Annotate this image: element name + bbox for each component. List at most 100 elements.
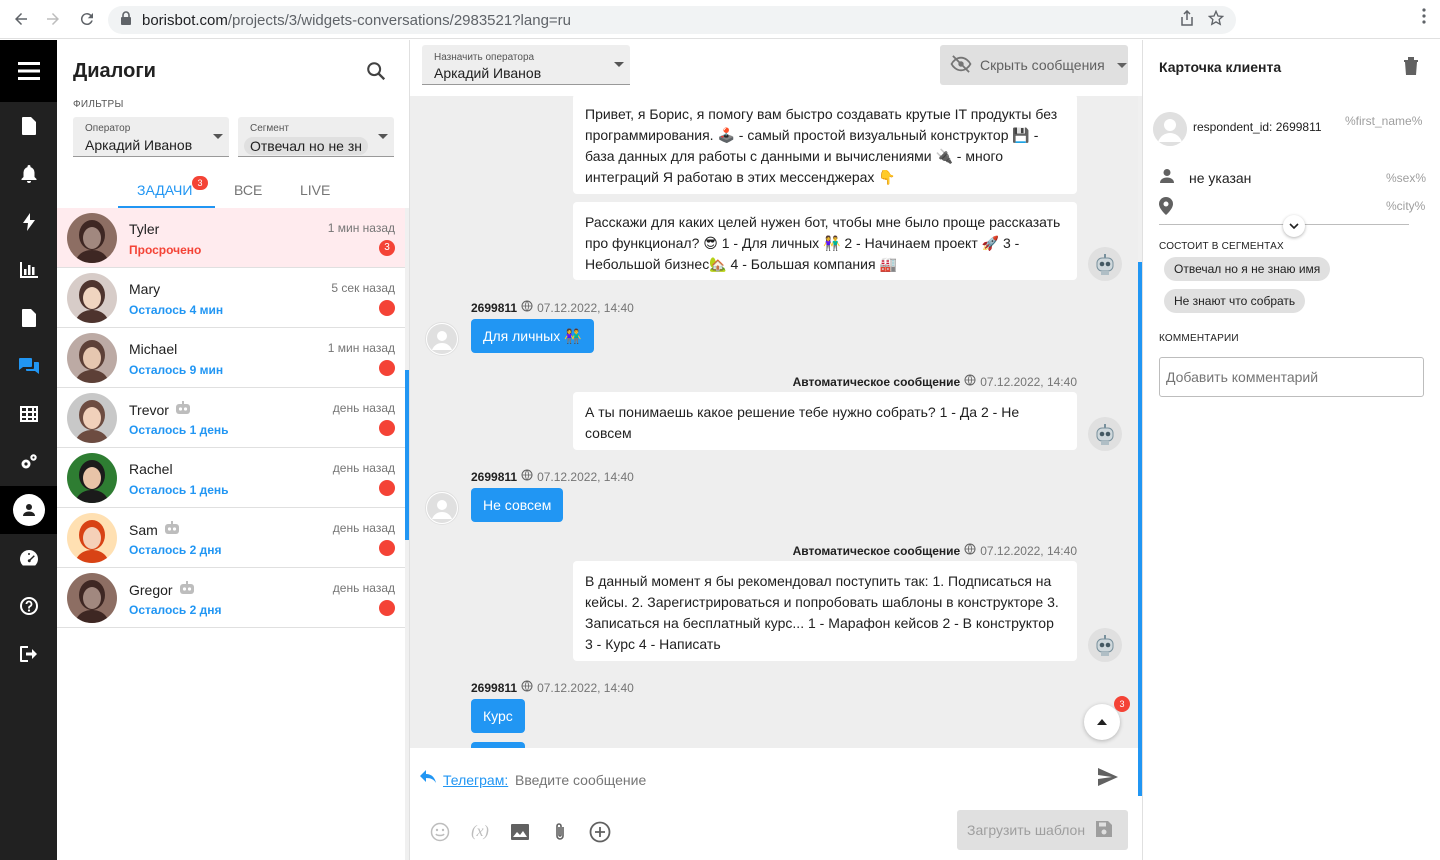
user-icon[interactable] (0, 486, 57, 534)
last-activity-time: день назад (332, 401, 395, 415)
bot-message-meta: Автоматическое сообщение 07.12.2022, 14:… (793, 543, 1077, 558)
contact-name: Tyler (129, 221, 160, 237)
comments-label: КОММЕНТАРИИ (1159, 333, 1239, 344)
variable-icon[interactable]: (x) (468, 820, 492, 844)
menu-icon[interactable] (0, 40, 57, 102)
dashboard-icon[interactable] (0, 534, 57, 582)
attach-icon[interactable] (548, 820, 572, 844)
contact-avatar (67, 393, 117, 443)
message-time: 07.12.2022, 14:40 (980, 543, 1077, 558)
file-icon[interactable] (0, 102, 57, 150)
search-icon[interactable] (365, 60, 387, 87)
hide-messages-label: Скрыть сообщения (980, 57, 1105, 73)
deadline-status: Осталось 1 день (129, 423, 229, 437)
bot-message: Расскажи для каких целей нужен бот, чтоб… (573, 202, 1077, 280)
dialog-list-scrollbar[interactable] (405, 208, 409, 860)
contact-avatar (67, 333, 117, 383)
assign-operator-select[interactable]: Назначить оператора Аркадий Иванов (422, 45, 630, 85)
city-placeholder: %city% (1386, 199, 1426, 213)
comment-input[interactable] (1159, 357, 1424, 397)
filters-label: ФИЛЬТРЫ (73, 99, 124, 110)
operator-filter-select[interactable]: Оператор Аркадий Иванов (73, 117, 229, 157)
channel-link[interactable]: Телеграм: (443, 772, 508, 788)
sex-value: не указан (1189, 169, 1252, 186)
browser-menu-icon[interactable] (1422, 8, 1426, 29)
auto-message-label: Автоматическое сообщение (792, 374, 961, 389)
sex-field[interactable]: не указан (1159, 168, 1251, 187)
unread-indicator (379, 540, 395, 556)
scrollbar-thumb[interactable] (405, 370, 409, 540)
message-time: 07.12.2022, 14:40 (980, 374, 1077, 389)
forward-icon[interactable] (38, 4, 68, 34)
segment-filter-select[interactable]: Сегмент Отвечал но не зн (238, 117, 394, 157)
expand-fields-button[interactable] (1283, 215, 1305, 237)
bolt-icon[interactable] (0, 198, 57, 246)
trash-icon[interactable] (1403, 56, 1419, 81)
segment-filter-label: Сегмент (250, 123, 289, 134)
segment-chip[interactable]: Отвечал но я не знаю имя (1164, 257, 1331, 281)
hide-messages-button[interactable]: Скрыть сообщения (940, 45, 1128, 85)
share-icon[interactable] (1180, 9, 1194, 30)
message-input[interactable] (515, 768, 1075, 792)
message-thread[interactable]: Привет, я Борис, я помогу вам быстро соз… (410, 96, 1138, 748)
bot-avatar-icon (1088, 628, 1122, 662)
table-icon[interactable] (0, 390, 57, 438)
dialog-item[interactable]: Rachel Осталось 1 день день назад (57, 448, 405, 508)
bot-icon (164, 521, 180, 538)
contact-name-row: Rachel (129, 461, 173, 477)
browser-toolbar: borisbot.com/projects/3/widgets-conversa… (0, 0, 1440, 39)
bot-message-meta: Автоматическое сообщение 07.12.2022, 14:… (793, 374, 1077, 389)
back-icon[interactable] (6, 4, 36, 34)
tab-all[interactable]: ВСЕ (234, 182, 262, 198)
segment-chip[interactable]: Не знают что собрать (1164, 289, 1306, 313)
dialog-item[interactable]: Sam Осталось 2 дня день назад (57, 508, 405, 568)
reload-icon[interactable] (72, 4, 102, 34)
dialog-item[interactable]: Michael Осталось 9 мин 1 мин назад (57, 328, 405, 388)
logout-icon[interactable] (0, 630, 57, 678)
add-circle-icon[interactable] (588, 820, 612, 844)
user-id: 2699811 (471, 300, 518, 315)
contact-name-row: Michael (129, 341, 177, 357)
deadline-status: Просрочено (129, 243, 202, 257)
chat-header: Назначить оператора Аркадий Иванов Скрыт… (410, 40, 1142, 96)
chevron-down-icon (378, 134, 388, 139)
address-bar[interactable]: borisbot.com/projects/3/widgets-conversa… (108, 6, 1236, 34)
emoji-icon[interactable] (428, 820, 452, 844)
reply-icon[interactable] (420, 770, 436, 789)
bot-icon (175, 401, 191, 418)
contact-avatar (67, 453, 117, 503)
last-activity-time: 1 мин назад (327, 221, 395, 235)
tab-tasks[interactable]: ЗАДАЧИ (137, 182, 192, 198)
unread-indicator (379, 420, 395, 436)
send-icon[interactable] (1098, 768, 1118, 791)
dialog-item[interactable]: Trevor Осталось 1 день день назад (57, 388, 405, 448)
document-icon[interactable] (0, 294, 57, 342)
gears-icon[interactable] (0, 438, 57, 486)
deadline-status: Осталось 1 день (129, 483, 229, 497)
user-id: 2699811 (471, 469, 518, 484)
chat-icon[interactable] (0, 342, 57, 390)
message-composer: Телеграм: (x) Загрузить шаблон (410, 748, 1138, 860)
load-template-label: Загрузить шаблон (967, 822, 1086, 838)
city-field[interactable] (1159, 197, 1173, 218)
dialog-item[interactable]: Mary Осталось 4 мин 5 сек назад (57, 268, 405, 328)
chart-icon[interactable] (0, 246, 57, 294)
dialog-item[interactable]: Gregor Осталось 2 дня день назад (57, 568, 405, 628)
tab-live[interactable]: LIVE (300, 182, 330, 198)
user-message: Не совсем (471, 488, 564, 522)
chevron-down-icon (213, 134, 223, 139)
bot-avatar-icon (1088, 417, 1122, 451)
scroll-to-top-button[interactable]: 3 (1084, 696, 1130, 740)
unread-indicator (379, 600, 395, 616)
dialog-item[interactable]: Tyler Просрочено 1 мин назад 3 (57, 208, 405, 268)
contact-name-row: Gregor (129, 581, 195, 598)
image-icon[interactable] (508, 820, 532, 844)
bell-icon[interactable] (0, 150, 57, 198)
operator-filter-label: Оператор (85, 123, 131, 134)
star-icon[interactable] (1207, 9, 1225, 30)
segments-label: СОСТОИТ В СЕГМЕНТАХ (1159, 241, 1284, 252)
load-template-button[interactable]: Загрузить шаблон (957, 810, 1128, 850)
bot-icon (179, 581, 195, 598)
help-icon[interactable] (0, 582, 57, 630)
save-icon (1095, 820, 1113, 841)
